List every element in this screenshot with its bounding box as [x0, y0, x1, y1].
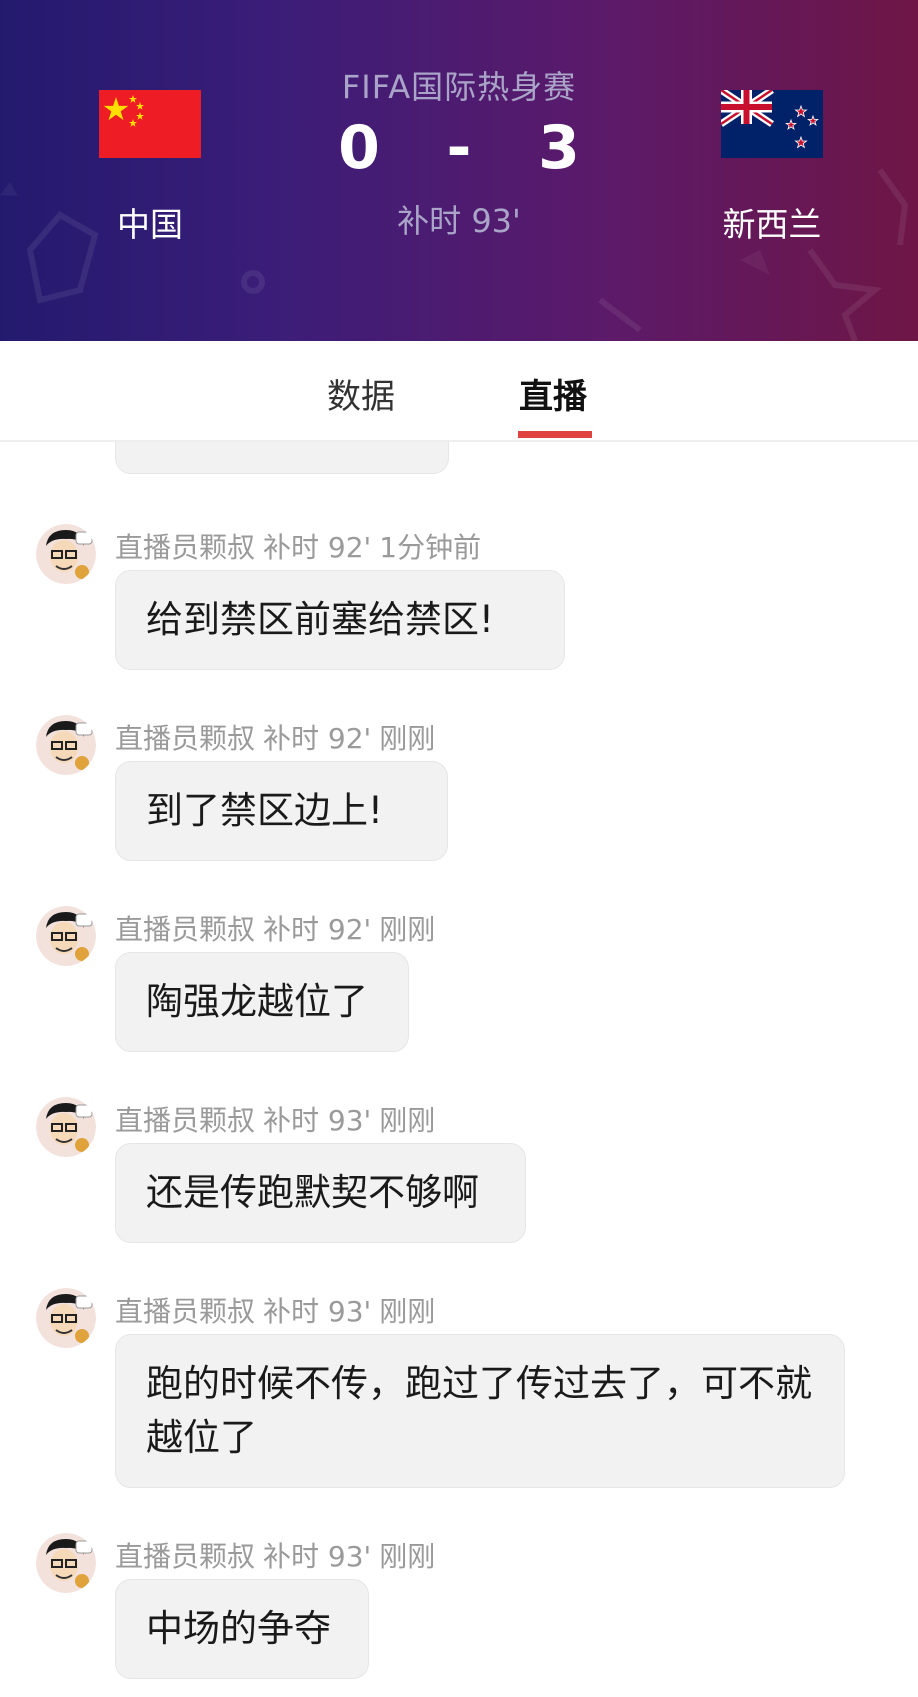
match-header: FIFA国际热身赛 中国 0-3 补时 93' 新西兰 [0, 0, 918, 341]
author-name: 直播员颗叔 [115, 531, 256, 564]
commentator-avatar[interactable] [36, 1533, 96, 1593]
match-minute: 补时 93' [263, 1540, 372, 1573]
author-name: 直播员颗叔 [115, 913, 256, 946]
message-bubble: 到了禁区边上! [115, 761, 448, 861]
message-bubble: 陶强龙越位了 [115, 952, 409, 1052]
away-team-name: 新西兰 [722, 205, 822, 244]
commentator-avatar[interactable] [36, 524, 96, 584]
tab-live[interactable]: 直播 [519, 369, 587, 418]
active-tab-indicator [518, 431, 592, 438]
match-minute: 补时 92' [263, 913, 372, 946]
message-bubble: 还是传跑默契不够啊 [115, 1143, 526, 1243]
commentator-avatar[interactable] [36, 906, 96, 966]
match-minute: 补时 93' [263, 1104, 372, 1137]
entry-meta: 直播员颗叔 补时 92' 刚刚 [115, 717, 443, 757]
entry-meta: 直播员颗叔 补时 93' 刚刚 [115, 1099, 443, 1139]
tab-bar: 数据 直播 [0, 341, 918, 442]
away-score: 3 [538, 113, 580, 184]
cartoon-avatar-icon [36, 1533, 96, 1593]
message-bubble: 跑的时候不传，跑过了传过去了，可不就越位了 [115, 1334, 845, 1488]
time-ago: 刚刚 [379, 1540, 436, 1573]
cartoon-avatar-icon [36, 906, 96, 966]
author-name: 直播员颗叔 [115, 1540, 256, 1573]
time-ago: 刚刚 [379, 722, 436, 755]
match-minute: 补时 92' [263, 531, 372, 564]
message-bubble: 给到禁区前塞给禁区! [115, 570, 565, 670]
time-ago: 1分钟前 [379, 531, 482, 564]
entry-meta: 直播员颗叔 补时 93' 刚刚 [115, 1535, 443, 1575]
commentator-avatar[interactable] [36, 1288, 96, 1348]
cartoon-avatar-icon [36, 524, 96, 584]
author-name: 直播员颗叔 [115, 722, 256, 755]
cartoon-avatar-icon [36, 1288, 96, 1348]
score-separator: - [446, 113, 472, 184]
match-minute: 补时 92' [263, 722, 372, 755]
message-bubble: 中场的争夺 [115, 1579, 369, 1679]
tab-stats[interactable]: 数据 [327, 369, 395, 418]
entry-meta: 直播员颗叔 补时 93' 刚刚 [115, 1290, 443, 1330]
author-name: 直播员颗叔 [115, 1295, 256, 1328]
partial-message-bubble [115, 442, 449, 474]
author-name: 直播员颗叔 [115, 1104, 256, 1137]
cartoon-avatar-icon [36, 1097, 96, 1157]
entry-meta: 直播员颗叔 补时 92' 刚刚 [115, 908, 443, 948]
match-minute: 补时 93' [263, 1295, 372, 1328]
new-zealand-flag-icon [721, 90, 823, 158]
cartoon-avatar-icon [36, 715, 96, 775]
commentator-avatar[interactable] [36, 715, 96, 775]
home-score: 0 [338, 113, 380, 184]
time-ago: 刚刚 [379, 1295, 436, 1328]
live-feed[interactable]: 直播员颗叔 补时 92' 1分钟前 给到禁区前塞给禁区! 直播员颗叔 补时 92' 刚刚… [0, 442, 918, 1697]
away-team[interactable]: 新西兰 [697, 90, 847, 246]
commentator-avatar[interactable] [36, 1097, 96, 1157]
time-ago: 刚刚 [379, 1104, 436, 1137]
entry-meta: 直播员颗叔 补时 92' 1分钟前 [115, 526, 489, 566]
time-ago: 刚刚 [379, 913, 436, 946]
